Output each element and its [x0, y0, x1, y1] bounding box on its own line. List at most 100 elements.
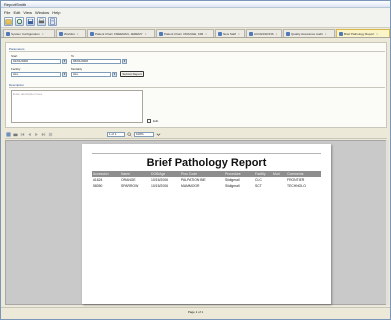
- save-button[interactable]: [26, 17, 35, 26]
- report-button[interactable]: [48, 17, 57, 26]
- print-button[interactable]: [37, 17, 46, 26]
- column-header: Name: [121, 172, 131, 176]
- tab-icon: [249, 31, 253, 36]
- report-viewer[interactable]: Brief Pathology Report Accession Name DO…: [5, 140, 387, 305]
- menu-help[interactable]: Help: [52, 10, 60, 15]
- menu-window[interactable]: Window: [35, 10, 49, 15]
- menu-file[interactable]: File: [4, 10, 10, 15]
- chevron-down-icon[interactable]: [156, 132, 161, 137]
- tab-brief-pathology-report[interactable]: Brief Pathology Report ×: [336, 29, 390, 37]
- menu-view[interactable]: View: [23, 10, 32, 15]
- tab-icon: [6, 31, 10, 36]
- edit-checkbox-label: Edit: [153, 119, 159, 123]
- column-header: Accession: [93, 172, 109, 176]
- open-button[interactable]: [4, 17, 13, 26]
- report-viewer-toolbar: 1 of 1 100%: [5, 131, 387, 139]
- last-page-icon: [41, 132, 46, 137]
- tab-label: ACCESSIONS: [254, 31, 274, 36]
- table-cell: MAMMOGR: [181, 184, 200, 188]
- tab-label: Patient Chart: FREEMAN, JEREMY: [95, 31, 143, 36]
- tab-label: New Staff: [223, 31, 236, 36]
- next-page-icon: [35, 132, 38, 137]
- description-textarea[interactable]: Enter description here: [11, 90, 143, 123]
- close-icon[interactable]: ×: [42, 32, 44, 36]
- facility-select[interactable]: ALL: [11, 72, 61, 77]
- column-header: Comments: [287, 172, 304, 176]
- table-cell: ORANGE: [121, 178, 136, 182]
- prev-page-icon: [28, 132, 31, 137]
- tab-icon: [59, 31, 63, 36]
- chevron-down-icon[interactable]: ▾: [62, 72, 67, 77]
- first-page-button[interactable]: [20, 132, 25, 137]
- vertical-scrollbar[interactable]: [386, 140, 389, 305]
- tab-label: System Configuration: [11, 31, 40, 36]
- divider: [9, 51, 385, 52]
- save-icon: [27, 18, 34, 25]
- close-icon[interactable]: ×: [205, 32, 207, 36]
- menu-edit[interactable]: Edit: [13, 10, 20, 15]
- title-bar: ReportSmith: [1, 1, 390, 8]
- close-icon[interactable]: ×: [325, 32, 327, 36]
- tab-new-staff[interactable]: New Staff ×: [215, 29, 245, 37]
- search-icon: [127, 132, 132, 137]
- tab-label: Brief Pathology Report: [344, 31, 375, 36]
- first-page-icon: [20, 132, 25, 137]
- refresh-button[interactable]: [15, 17, 24, 26]
- edit-checkbox[interactable]: [147, 119, 151, 123]
- modality-select[interactable]: ALL: [71, 72, 111, 77]
- table-cell: 10/15/2006: [151, 184, 168, 188]
- next-page-button[interactable]: [34, 132, 39, 137]
- table-cell: Slidigmall: [225, 184, 240, 188]
- page-number-field[interactable]: 1 of 1: [107, 132, 125, 137]
- menu-bar: File Edit View Window Help: [1, 8, 390, 16]
- report-page: Brief Pathology Report Accession Name DO…: [82, 144, 331, 304]
- print-report-button[interactable]: [13, 132, 18, 137]
- stop-button[interactable]: [48, 132, 53, 137]
- table-cell: 10/15/2006: [151, 178, 168, 182]
- calendar-icon[interactable]: ▾: [62, 59, 67, 64]
- tab-strip: System Configuration × Worklist × Patien…: [1, 29, 390, 38]
- tab-icon: [286, 31, 290, 36]
- zoom-select[interactable]: 100%: [134, 132, 154, 137]
- column-header: Procedure: [225, 172, 241, 176]
- tab-quality-assurance-audit[interactable]: Quality Assurance Audit ×: [283, 29, 335, 37]
- start-label: Start: [11, 54, 18, 58]
- table-cell: #1624: [93, 178, 103, 182]
- tab-patient-chart-orange[interactable]: Patient Chart: ORANGE, KIM ×: [156, 29, 214, 37]
- tab-patient-chart-freeman[interactable]: Patient Chart: FREEMAN, JEREMY ×: [87, 29, 155, 37]
- main-toolbar: [1, 16, 390, 28]
- table-cell: SPARROW: [121, 184, 139, 188]
- to-label: To: [71, 54, 75, 58]
- column-header: Proc Code: [181, 172, 198, 176]
- report-table: Accession Name DOB/Age Proc Code Procedu…: [92, 171, 321, 189]
- end-date-field[interactable]: 06/01/2006: [71, 59, 121, 64]
- close-icon[interactable]: ×: [276, 32, 278, 36]
- print-icon: [38, 18, 45, 24]
- parameters-panel: Parameters Start 01/01/2006 ▾ To 06/01/2…: [5, 42, 387, 128]
- table-row: 58050 SPARROW 10/15/2006 MAMMOGR Slidigm…: [92, 183, 321, 189]
- application-window: ReportSmith File Edit View Window Help S…: [0, 0, 391, 320]
- tab-icon: [159, 31, 163, 36]
- close-icon[interactable]: ×: [376, 32, 378, 36]
- close-icon[interactable]: ×: [77, 32, 79, 36]
- chevron-down-icon[interactable]: ▾: [112, 72, 117, 77]
- search-button[interactable]: [127, 132, 132, 137]
- submit-report-button[interactable]: Submit Report: [120, 71, 144, 77]
- page-status-text: Page 1 of 1: [187, 309, 204, 314]
- close-icon[interactable]: ×: [238, 32, 240, 36]
- prev-page-button[interactable]: [27, 132, 32, 137]
- last-page-button[interactable]: [41, 132, 46, 137]
- calendar-icon[interactable]: ▾: [122, 59, 127, 64]
- chevron-down-icon-svg: [156, 133, 161, 136]
- export-button[interactable]: [6, 132, 11, 137]
- facility-label: Facility: [11, 67, 21, 71]
- tab-worklist[interactable]: Worklist ×: [56, 29, 86, 37]
- table-cell: Slidigmall: [225, 178, 240, 182]
- table-cell: PALPATION BIE: [181, 178, 206, 182]
- column-header: Facility: [255, 172, 266, 176]
- print-icon: [13, 133, 18, 137]
- tab-accessions[interactable]: ACCESSIONS ×: [246, 29, 282, 37]
- close-icon[interactable]: ×: [145, 32, 147, 36]
- tab-system-configuration[interactable]: System Configuration ×: [3, 29, 55, 37]
- start-date-field[interactable]: 01/01/2006: [11, 59, 61, 64]
